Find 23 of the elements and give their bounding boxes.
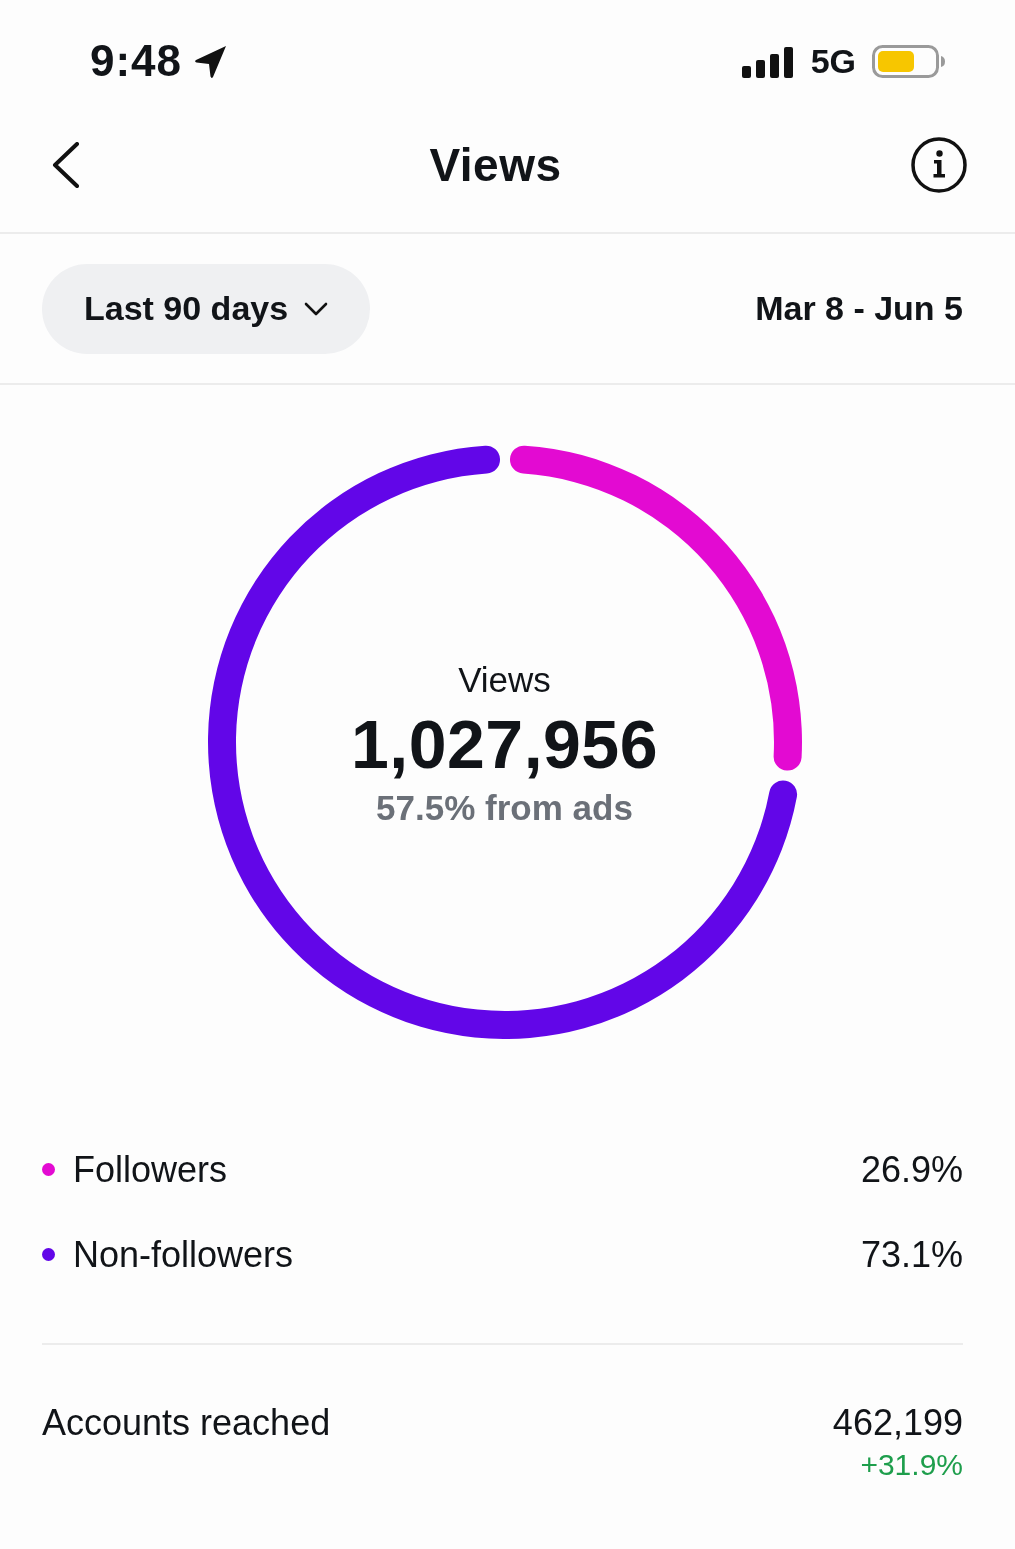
metric-value: 462,199 xyxy=(832,1401,963,1445)
info-icon xyxy=(911,137,967,193)
ads-share-text: 57.5% from ads xyxy=(376,788,633,828)
legend-label: Non-followers xyxy=(73,1233,295,1276)
metric-label: Accounts reached xyxy=(42,1401,331,1445)
network-label: 5G xyxy=(810,41,856,81)
legend-label: Followers xyxy=(73,1148,229,1191)
signal-icon xyxy=(741,46,793,78)
status-time: 9:48 xyxy=(90,36,183,86)
chart-center-label: Views xyxy=(458,660,551,700)
legend-value: 26.9% xyxy=(860,1148,963,1191)
location-arrow-icon xyxy=(194,45,229,79)
page-title: Views xyxy=(429,138,562,192)
chevron-down-icon xyxy=(304,301,329,316)
back-button[interactable] xyxy=(52,142,80,188)
date-range-dropdown[interactable]: Last 90 days xyxy=(42,263,371,354)
total-views: 1,027,956 xyxy=(351,706,658,782)
metric-change: +31.9% xyxy=(860,1447,963,1483)
legend-value: 73.1% xyxy=(860,1233,963,1276)
info-button[interactable] xyxy=(911,137,967,193)
back-chevron-icon xyxy=(52,142,80,188)
date-range-text: Mar 8 - Jun 5 xyxy=(755,289,963,328)
battery-icon xyxy=(872,44,945,78)
